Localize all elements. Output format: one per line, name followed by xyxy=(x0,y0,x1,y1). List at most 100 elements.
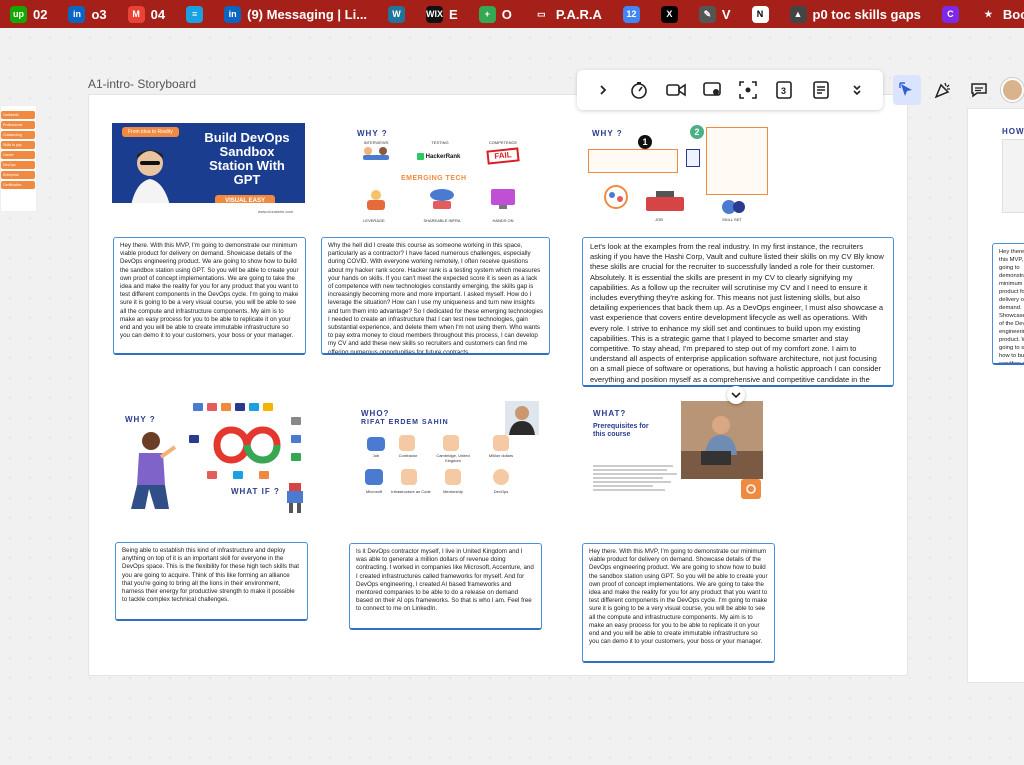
focus-icon[interactable] xyxy=(736,78,760,102)
cover-image[interactable]: From idea to Reality Build DevOps Sandbo… xyxy=(112,123,305,231)
bookmark-item[interactable]: in (9) Messaging | Li... xyxy=(214,0,378,28)
scene5-label-job: Job xyxy=(372,453,380,458)
bookmark-label: 02 xyxy=(33,6,48,22)
notes-icon[interactable] xyxy=(809,78,833,102)
chevron-double-down-icon[interactable] xyxy=(845,78,869,102)
comment-icon[interactable] xyxy=(965,75,993,105)
bookmark-item[interactable]: ▲ p0 toc skills gaps xyxy=(780,0,932,28)
sticky-tag[interactable]: DevOps xyxy=(1,161,35,169)
scene5-label-iac: Infrastructure as Code xyxy=(391,489,431,494)
screen-record-icon[interactable] xyxy=(700,78,724,102)
bookmark-label: O xyxy=(501,6,512,22)
bookmark-item[interactable]: N xyxy=(742,0,780,28)
sticky-tag[interactable]: Skills to pay xyxy=(1,141,35,149)
job-icon xyxy=(367,437,385,451)
scene-who[interactable]: WHO? RIFAT ERDEM SAHIN Job Contractor Ca… xyxy=(357,401,543,507)
bookmark-item[interactable]: WIX E xyxy=(416,0,469,28)
scene6-narration[interactable]: Hey there. With this MVP, I'm going to d… xyxy=(582,543,775,663)
presenter-name: RIFAT ERDEM SAHIN xyxy=(361,419,449,426)
x-icon: X xyxy=(660,5,678,23)
sticky-number-icon[interactable]: 3 xyxy=(772,78,796,102)
plus-app-icon: + xyxy=(478,5,496,23)
million-dollars-icon xyxy=(493,435,509,451)
scene-why-whatif[interactable]: WHY ? WHAT IF ? xyxy=(121,401,307,513)
scene2-label-shareable-infra: SHAREABLE INFRA xyxy=(423,218,461,223)
video-icon[interactable] xyxy=(664,78,688,102)
user-avatar[interactable] xyxy=(1001,78,1024,102)
linkedin-icon: in xyxy=(68,5,86,23)
scene3-narration[interactable]: Let's look at the examples from the real… xyxy=(582,237,894,387)
sticky-tag[interactable]: Cadidants xyxy=(1,111,35,119)
shareable-infra-icon xyxy=(430,189,454,209)
bookmark-item[interactable]: ▭ P.A.R.A xyxy=(523,0,613,28)
microsoft-icon xyxy=(365,469,383,485)
kneeling-person-illustration xyxy=(131,432,177,509)
bookmark-label: p0 toc skills gaps xyxy=(812,6,921,22)
recruiter-message-card xyxy=(588,149,678,173)
scene2-why-label: WHY ? xyxy=(357,129,388,138)
scene5-label-cambridge: Cambridge, United Kingdom xyxy=(436,453,470,463)
sticky-tags-panel[interactable]: Cadidants Professional Outstanding Skills t… xyxy=(0,105,37,212)
sticky-tag[interactable]: Outstanding xyxy=(1,131,35,139)
bookmark-label: 04 xyxy=(150,6,166,22)
celebrate-icon[interactable] xyxy=(929,75,957,105)
expand-text-chevron-icon[interactable] xyxy=(727,386,745,404)
scene-why-emerging-tech[interactable]: WHY ? INTERVIEWS TESTING COMPETENCE Hack… xyxy=(351,123,536,231)
sticky-tag[interactable]: Certification xyxy=(1,181,35,189)
scene4-whatif-label: WHAT IF ? xyxy=(231,487,280,496)
bookmark-item[interactable]: 12 xyxy=(613,0,651,28)
next-storyboard-frame[interactable]: HOW Hey there. With this MVP, I'm going … xyxy=(967,108,1024,683)
scene4-narration[interactable]: Being able to establish this kind of inf… xyxy=(115,542,308,621)
sticky-tag[interactable]: Professional xyxy=(1,121,35,129)
presentation-toolbar: 3 xyxy=(577,70,883,110)
bookmark-item[interactable]: C xyxy=(932,0,970,28)
frame2-narration[interactable]: Hey there. With this MVP, I'm going to d… xyxy=(992,243,1024,365)
scene-why-job-skills[interactable]: WHY ? 1 2 JOB SKILL SET xyxy=(586,123,772,231)
cover-footer-strip: www.cloudwire.com xyxy=(112,203,305,231)
bookmark-item[interactable]: ≡ xyxy=(176,0,214,28)
cover-headline: Build DevOps Sandbox Station With GPT xyxy=(204,130,290,187)
prerequisites-badge-icon xyxy=(741,479,761,499)
step-1-badge: 1 xyxy=(638,135,652,149)
sticky-tag[interactable]: Enterprise Management xyxy=(1,171,35,179)
frame-title[interactable]: A1-intro- Storyboard xyxy=(88,77,196,91)
bookmark-item[interactable]: W xyxy=(378,0,416,28)
bookmark-item[interactable]: in o3 xyxy=(58,0,117,28)
upwork-icon: up xyxy=(10,5,27,23)
scene5-label-million: Million dollars xyxy=(488,453,514,458)
select-cursor-icon[interactable] xyxy=(893,75,922,105)
bookmark-item[interactable]: M 04 xyxy=(118,0,176,28)
contractor-icon xyxy=(399,435,415,451)
prerequisites-title: Prerequisites for this course xyxy=(593,423,649,438)
bookmark-item[interactable]: + O xyxy=(469,0,523,28)
devops-icon xyxy=(493,469,509,485)
mentorship-icon xyxy=(445,469,461,485)
bookmark-item[interactable]: ★ Bookmarks xyxy=(970,0,1024,28)
frame2-how-label: HOW xyxy=(1002,127,1024,136)
toolbox-icon xyxy=(646,191,684,211)
scene5-narration[interactable]: Is it DevOps contractor myself, I live i… xyxy=(349,543,542,630)
infrastructure-as-code-icon xyxy=(401,469,417,485)
bookmark-item[interactable]: up 02 xyxy=(0,0,58,28)
canva-icon: C xyxy=(941,5,959,23)
wix-icon: WIX xyxy=(426,5,444,23)
scene2-label-testing: TESTING xyxy=(431,140,449,145)
scene-what-prerequisites[interactable]: WHAT? Prerequisites for this course xyxy=(591,401,771,509)
scene2-label-leverage: LEVERAGE xyxy=(363,218,385,223)
sticky-tag[interactable]: Career xyxy=(1,151,35,159)
scene2-narration[interactable]: Why the hell did I create this course as… xyxy=(321,237,550,355)
fail-stamp: FAIL xyxy=(486,147,520,165)
scene1-narration[interactable]: Hey there. With this MVP, I'm going to d… xyxy=(113,237,306,355)
timer-icon[interactable] xyxy=(627,78,651,102)
bookmark-item[interactable]: X xyxy=(651,0,689,28)
frame2-image xyxy=(1002,139,1024,213)
bookmark-label: Bookmarks xyxy=(1002,6,1024,22)
storyboard-frame[interactable]: From idea to Reality Build DevOps Sandbo… xyxy=(88,94,908,676)
gmail-icon: M xyxy=(127,5,145,23)
scene4-why-label: WHY ? xyxy=(125,415,156,424)
chevron-right-icon[interactable] xyxy=(591,78,615,102)
whiteboard-canvas[interactable]: Cadidants Professional Outstanding Skills t… xyxy=(0,28,1024,765)
bookmark-item[interactable]: ✎ V xyxy=(689,0,742,28)
robot-illustration xyxy=(287,483,303,513)
linkedin-icon: in xyxy=(224,5,242,23)
